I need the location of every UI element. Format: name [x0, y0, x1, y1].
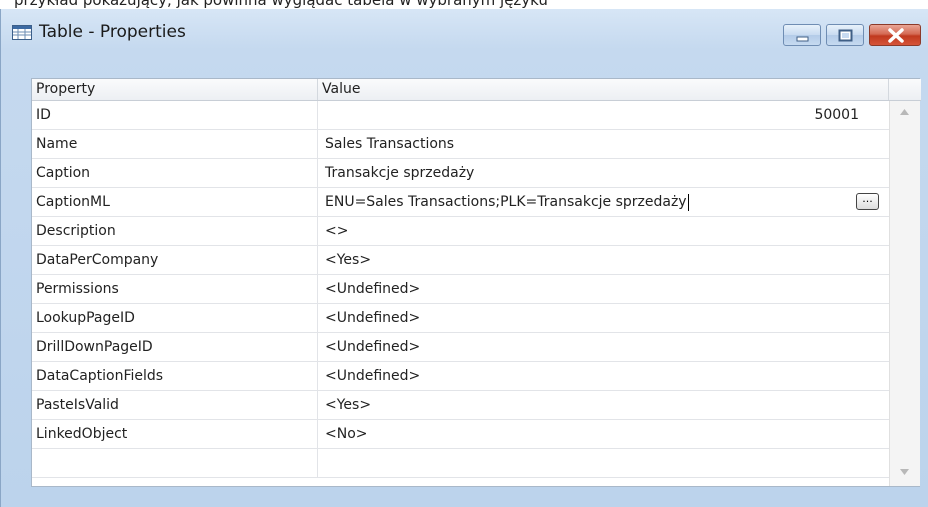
- value-cell[interactable]: <Undefined>: [318, 333, 889, 361]
- property-cell[interactable]: LinkedObject: [32, 420, 318, 448]
- cropped-caption-text: przykład pokazujący, jak powinna wygląda…: [14, 0, 548, 9]
- property-cell[interactable]: DataCaptionFields: [32, 362, 318, 390]
- property-cell[interactable]: Permissions: [32, 275, 318, 303]
- table-row[interactable]: Description <>: [32, 217, 889, 246]
- value-cell[interactable]: <Undefined>: [318, 275, 889, 303]
- cropped-text-line: przykład pokazujący, jak powinna wygląda…: [0, 0, 928, 9]
- close-button[interactable]: [869, 24, 921, 46]
- maximize-button[interactable]: [826, 24, 864, 46]
- value-cell[interactable]: <Undefined>: [318, 362, 889, 390]
- text-caret: [687, 193, 689, 211]
- property-cell[interactable]: LookupPageID: [32, 304, 318, 332]
- table-row[interactable]: LookupPageID <Undefined>: [32, 304, 889, 333]
- property-cell[interactable]: Caption: [32, 159, 318, 187]
- value-cell[interactable]: <Yes>: [318, 246, 889, 274]
- value-cell[interactable]: 50001: [318, 101, 889, 129]
- table-row[interactable]: DrillDownPageID <Undefined>: [32, 333, 889, 362]
- value-cell[interactable]: <Yes>: [318, 391, 889, 419]
- table-row[interactable]: PasteIsValid <Yes>: [32, 391, 889, 420]
- property-cell[interactable]: [32, 449, 318, 477]
- table-row[interactable]: Caption Transakcje sprzedaży: [32, 159, 889, 188]
- value-cell[interactable]: <>: [318, 217, 889, 245]
- table-grid-icon: [12, 25, 32, 40]
- property-cell[interactable]: Name: [32, 130, 318, 158]
- value-cell[interactable]: Sales Transactions: [318, 130, 889, 158]
- vertical-scrollbar[interactable]: [889, 101, 920, 486]
- value-cell[interactable]: Transakcje sprzedaży: [318, 159, 889, 187]
- table-row-empty[interactable]: [32, 449, 889, 478]
- value-cell[interactable]: [318, 449, 889, 477]
- value-edit-field[interactable]: ENU=Sales Transactions;PLK=Transakcje sp…: [318, 188, 889, 216]
- table-row[interactable]: LinkedObject <No>: [32, 420, 889, 449]
- property-cell[interactable]: DrillDownPageID: [32, 333, 318, 361]
- table-row[interactable]: Name Sales Transactions: [32, 130, 889, 159]
- table-row-active[interactable]: CaptionML ENU=Sales Transactions;PLK=Tra…: [32, 188, 889, 217]
- table-row[interactable]: Permissions <Undefined>: [32, 275, 889, 304]
- value-edit-text: ENU=Sales Transactions;PLK=Transakcje sp…: [325, 194, 687, 210]
- column-header-value[interactable]: Value: [318, 79, 889, 100]
- minimize-icon: [796, 36, 809, 42]
- property-cell[interactable]: DataPerCompany: [32, 246, 318, 274]
- title-bar[interactable]: Table - Properties: [1, 9, 928, 61]
- column-header-property[interactable]: Property: [32, 79, 318, 100]
- scroll-down-arrow-icon[interactable]: [900, 469, 909, 475]
- properties-grid: Property Value ID 50001 Name Sales Trans…: [31, 78, 921, 487]
- table-row[interactable]: DataCaptionFields <Undefined>: [32, 362, 889, 391]
- properties-window: Table - Properties Property Value ID 500…: [0, 9, 928, 507]
- scroll-up-arrow-icon[interactable]: [900, 109, 909, 115]
- grid-header: Property Value: [32, 79, 921, 101]
- value-cell[interactable]: <Undefined>: [318, 304, 889, 332]
- value-cell[interactable]: <No>: [318, 420, 889, 448]
- maximize-icon: [838, 29, 853, 42]
- property-cell[interactable]: CaptionML: [32, 188, 318, 216]
- property-cell[interactable]: Description: [32, 217, 318, 245]
- property-cell[interactable]: PasteIsValid: [32, 391, 318, 419]
- assist-edit-button[interactable]: ...: [856, 193, 879, 210]
- window-title: Table - Properties: [39, 22, 186, 42]
- close-icon: [888, 28, 904, 43]
- minimize-button[interactable]: [783, 24, 821, 46]
- property-cell[interactable]: ID: [32, 101, 318, 129]
- table-row[interactable]: ID 50001: [32, 101, 889, 130]
- table-row[interactable]: DataPerCompany <Yes>: [32, 246, 889, 275]
- grid-rows: ID 50001 Name Sales Transactions Caption…: [32, 101, 889, 478]
